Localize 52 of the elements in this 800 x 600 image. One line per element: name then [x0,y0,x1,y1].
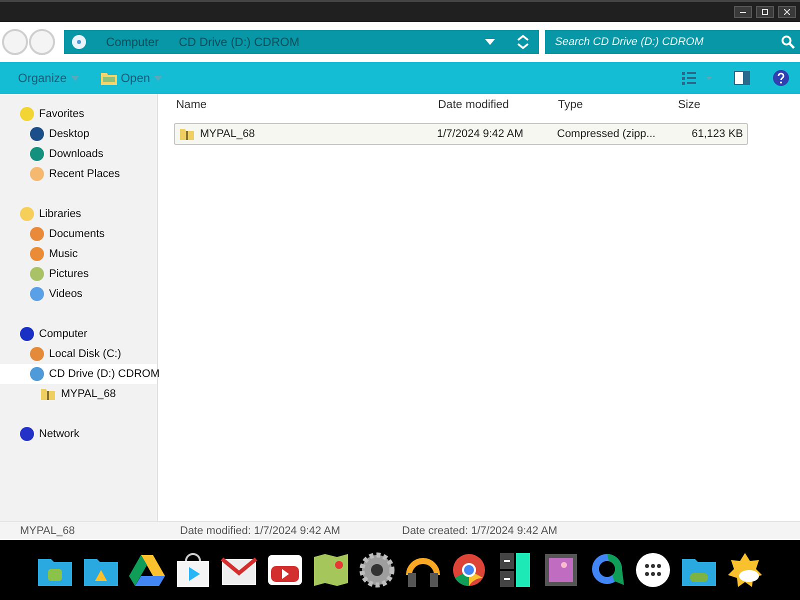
column-header[interactable]: Name [174,99,436,111]
size-cell-text: 61,123 KB [690,128,744,140]
column-header[interactable]: Date modified [436,99,556,111]
nav-item[interactable]: Desktop [0,124,157,144]
preview-pane-icon[interactable] [734,71,750,85]
column-header[interactable]: Type [556,99,676,111]
nav-item[interactable]: Computer [0,324,157,344]
nav-item[interactable]: Documents [0,224,157,244]
date-cell-text: 1/7/2024 9:42 AM [437,128,524,140]
zip-folder-icon [40,386,56,402]
maximize-icon [762,9,768,15]
caret-icon [154,76,162,80]
status-date-modified: Date modified: 1/7/2024 9:42 AM [180,525,342,537]
search-field[interactable]: Search CD Drive (D:) CDROM [545,30,776,54]
type-cell-text: Compressed (zipp... [557,128,656,140]
search-button[interactable] [776,30,800,54]
dropdown-arrow-icon[interactable] [485,39,495,45]
map-icon[interactable] [312,551,350,589]
weather-icon[interactable] [726,551,764,589]
nav-item[interactable]: CD Drive (D:) CDROM [0,364,157,384]
file-row[interactable]: MYPAL_68 1/7/2024 9:42 AM Compressed (zipp... 61,123 KB [174,123,748,145]
image-icon[interactable] [542,551,580,589]
nav-item[interactable]: Videos [0,284,157,304]
help-icon[interactable] [772,69,790,87]
close-icon [784,9,790,15]
file-name: MYPAL_68 [200,128,255,140]
apps-grid-icon[interactable] [634,551,672,589]
browser-icon[interactable] [450,551,488,589]
status-file-name: MYPAL_68 [20,525,76,537]
nav-item[interactable]: Local Disk (C:) [0,344,157,364]
shopping-bag-icon[interactable] [174,551,212,589]
nav-item[interactable]: MYPAL_68 [0,384,157,404]
column-header[interactable]: Size [676,99,746,111]
close-button[interactable] [778,6,796,18]
search-icon [781,35,795,49]
nav-item[interactable]: Network [0,424,157,444]
nav-item[interactable]: Downloads [0,144,157,164]
minimize-icon [740,11,746,13]
folder-icon [100,71,117,85]
settings-icon[interactable] [358,551,396,589]
zip-folder-icon [179,126,195,142]
minimize-button[interactable] [734,6,752,18]
nav-item[interactable]: Recent Places [0,164,157,184]
nav-item[interactable]: Pictures [0,264,157,284]
caret-icon [70,76,79,80]
disc-icon [72,35,86,49]
nav-item[interactable]: Libraries [0,204,157,224]
nav-item[interactable]: Music [0,244,157,264]
nav-item[interactable]: Favorites [0,104,157,124]
view-options-icon[interactable] [682,71,712,85]
maximize-button[interactable] [756,6,774,18]
status-date-created: Date created: 1/7/2024 9:42 AM [402,525,558,537]
